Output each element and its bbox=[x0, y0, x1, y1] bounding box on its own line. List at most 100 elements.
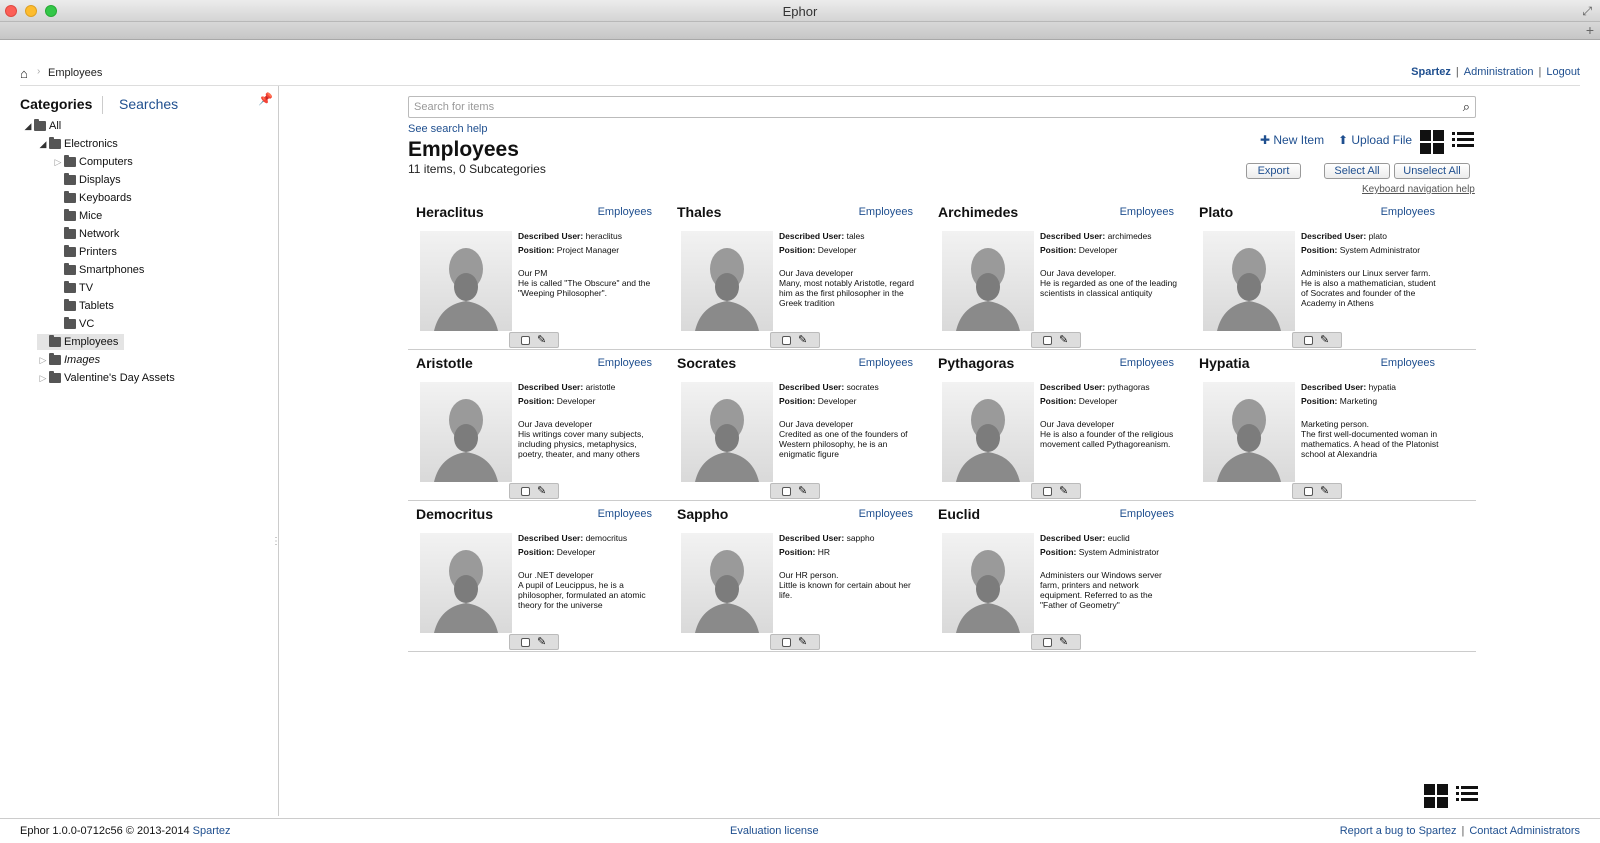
tree-item-employees[interactable]: Employees bbox=[37, 334, 125, 350]
item-category-link[interactable]: Employees bbox=[1381, 357, 1435, 369]
tab-searches[interactable]: Searches bbox=[119, 96, 178, 112]
fullscreen-icon[interactable]: ⤢ bbox=[1582, 4, 1592, 19]
item-card[interactable]: Heraclitus Employees Described User: herac… bbox=[404, 201, 664, 351]
item-name[interactable]: Hypatia bbox=[1199, 355, 1250, 371]
grid-view-icon[interactable] bbox=[1420, 130, 1444, 154]
item-select-checkbox[interactable] bbox=[1043, 638, 1052, 647]
item-name[interactable]: Archimedes bbox=[938, 204, 1018, 220]
item-thumbnail[interactable] bbox=[942, 382, 1034, 482]
new-tab-icon[interactable]: + bbox=[1586, 22, 1594, 38]
administration-link[interactable]: Administration bbox=[1464, 66, 1534, 78]
item-thumbnail[interactable] bbox=[681, 231, 773, 331]
tree-item-valentine-s-day-assets[interactable]: ▷ Valentine's Day Assets bbox=[37, 370, 175, 386]
item-thumbnail[interactable] bbox=[1203, 382, 1295, 482]
report-bug-link[interactable]: Report a bug to Spartez bbox=[1340, 825, 1457, 837]
home-icon[interactable]: ⌂ bbox=[20, 66, 28, 81]
edit-pencil-icon[interactable]: ✎ bbox=[798, 333, 807, 346]
item-thumbnail[interactable] bbox=[1203, 231, 1295, 331]
item-name[interactable]: Aristotle bbox=[416, 355, 473, 371]
item-card[interactable]: Sappho Employees Described User: sappho Pos… bbox=[665, 503, 925, 653]
item-category-link[interactable]: Employees bbox=[1381, 206, 1435, 218]
tree-item-vc[interactable]: VC bbox=[52, 316, 94, 332]
search-icon[interactable]: ⌕ bbox=[1463, 99, 1470, 115]
item-card[interactable]: Democritus Employees Described User: democ… bbox=[404, 503, 664, 653]
tree-item-mice[interactable]: Mice bbox=[52, 208, 102, 224]
item-thumbnail[interactable] bbox=[420, 231, 512, 331]
edit-pencil-icon[interactable]: ✎ bbox=[1059, 333, 1068, 346]
item-thumbnail[interactable] bbox=[681, 533, 773, 633]
item-select-checkbox[interactable] bbox=[782, 487, 791, 496]
item-category-link[interactable]: Employees bbox=[859, 206, 913, 218]
item-card[interactable]: Aristotle Employees Described User: aristo… bbox=[404, 352, 664, 502]
item-select-checkbox[interactable] bbox=[521, 487, 530, 496]
tree-item-all[interactable]: ◢ All bbox=[22, 118, 61, 134]
tree-item-smartphones[interactable]: Smartphones bbox=[52, 262, 144, 278]
item-card[interactable]: Pythagoras Employees Described User: pytha… bbox=[926, 352, 1186, 502]
item-card[interactable]: Euclid Employees Described User: euclid Pos… bbox=[926, 503, 1186, 653]
grid-view-icon-bottom[interactable] bbox=[1424, 784, 1448, 808]
edit-pencil-icon[interactable]: ✎ bbox=[1059, 484, 1068, 497]
item-thumbnail[interactable] bbox=[681, 382, 773, 482]
edit-pencil-icon[interactable]: ✎ bbox=[537, 484, 546, 497]
list-view-icon-bottom[interactable] bbox=[1456, 786, 1478, 806]
item-card[interactable]: Archimedes Employees Described User: archi… bbox=[926, 201, 1186, 351]
item-card[interactable]: Socrates Employees Described User: socrate… bbox=[665, 352, 925, 502]
keyboard-navigation-help-link[interactable]: Keyboard navigation help bbox=[1362, 184, 1475, 195]
collapsed-arrow-icon[interactable]: ▷ bbox=[37, 355, 49, 366]
contact-admins-link[interactable]: Contact Administrators bbox=[1469, 825, 1580, 837]
item-name[interactable]: Heraclitus bbox=[416, 204, 484, 220]
item-name[interactable]: Euclid bbox=[938, 506, 980, 522]
item-category-link[interactable]: Employees bbox=[598, 206, 652, 218]
breadcrumb-current[interactable]: Employees bbox=[48, 67, 102, 79]
tab-categories[interactable]: Categories bbox=[20, 96, 92, 112]
export-button[interactable]: Export bbox=[1246, 163, 1301, 179]
splitter-handle[interactable]: ⋮ bbox=[271, 536, 281, 547]
edit-pencil-icon[interactable]: ✎ bbox=[798, 635, 807, 648]
item-select-checkbox[interactable] bbox=[521, 336, 530, 345]
item-name[interactable]: Plato bbox=[1199, 204, 1233, 220]
tree-item-printers[interactable]: Printers bbox=[52, 244, 117, 260]
tree-item-tablets[interactable]: Tablets bbox=[52, 298, 114, 314]
user-link[interactable]: Spartez bbox=[1411, 66, 1451, 78]
upload-file-button[interactable]: ⬆ Upload File bbox=[1338, 133, 1412, 147]
edit-pencil-icon[interactable]: ✎ bbox=[1320, 484, 1329, 497]
item-select-checkbox[interactable] bbox=[1304, 487, 1313, 496]
item-thumbnail[interactable] bbox=[420, 533, 512, 633]
search-input[interactable]: Search for items ⌕ bbox=[408, 96, 1476, 118]
item-category-link[interactable]: Employees bbox=[859, 508, 913, 520]
pin-icon[interactable]: 📌 bbox=[258, 92, 273, 106]
tree-item-tv[interactable]: TV bbox=[52, 280, 93, 296]
item-select-checkbox[interactable] bbox=[521, 638, 530, 647]
item-name[interactable]: Sappho bbox=[677, 506, 728, 522]
select-all-button[interactable]: Select All bbox=[1324, 163, 1390, 179]
item-thumbnail[interactable] bbox=[420, 382, 512, 482]
expanded-arrow-icon[interactable]: ◢ bbox=[37, 139, 49, 150]
item-select-checkbox[interactable] bbox=[1043, 487, 1052, 496]
tree-item-electronics[interactable]: ◢ Electronics bbox=[37, 136, 118, 152]
license-link[interactable]: Evaluation license bbox=[730, 825, 819, 837]
tree-item-computers[interactable]: ▷ Computers bbox=[52, 154, 133, 170]
item-select-checkbox[interactable] bbox=[782, 638, 791, 647]
new-item-button[interactable]: ✚ New Item bbox=[1260, 133, 1324, 147]
item-category-link[interactable]: Employees bbox=[1120, 508, 1174, 520]
item-card[interactable]: Hypatia Employees Described User: hypatia P… bbox=[1187, 352, 1447, 502]
unselect-all-button[interactable]: Unselect All bbox=[1394, 163, 1470, 179]
edit-pencil-icon[interactable]: ✎ bbox=[1320, 333, 1329, 346]
collapsed-arrow-icon[interactable]: ▷ bbox=[37, 373, 49, 384]
edit-pencil-icon[interactable]: ✎ bbox=[1059, 635, 1068, 648]
item-name[interactable]: Thales bbox=[677, 204, 721, 220]
edit-pencil-icon[interactable]: ✎ bbox=[798, 484, 807, 497]
item-card[interactable]: Plato Employees Described User: plato Posit… bbox=[1187, 201, 1447, 351]
tree-item-keyboards[interactable]: Keyboards bbox=[52, 190, 132, 206]
item-card[interactable]: Thales Employees Described User: tales Posi… bbox=[665, 201, 925, 351]
collapsed-arrow-icon[interactable]: ▷ bbox=[52, 157, 64, 168]
item-thumbnail[interactable] bbox=[942, 533, 1034, 633]
logout-link[interactable]: Logout bbox=[1546, 66, 1580, 78]
search-help-link[interactable]: See search help bbox=[408, 123, 488, 135]
company-link[interactable]: Spartez bbox=[193, 825, 231, 837]
tree-item-displays[interactable]: Displays bbox=[52, 172, 121, 188]
item-name[interactable]: Pythagoras bbox=[938, 355, 1014, 371]
item-category-link[interactable]: Employees bbox=[598, 508, 652, 520]
tree-item-network[interactable]: Network bbox=[52, 226, 119, 242]
item-select-checkbox[interactable] bbox=[1304, 336, 1313, 345]
